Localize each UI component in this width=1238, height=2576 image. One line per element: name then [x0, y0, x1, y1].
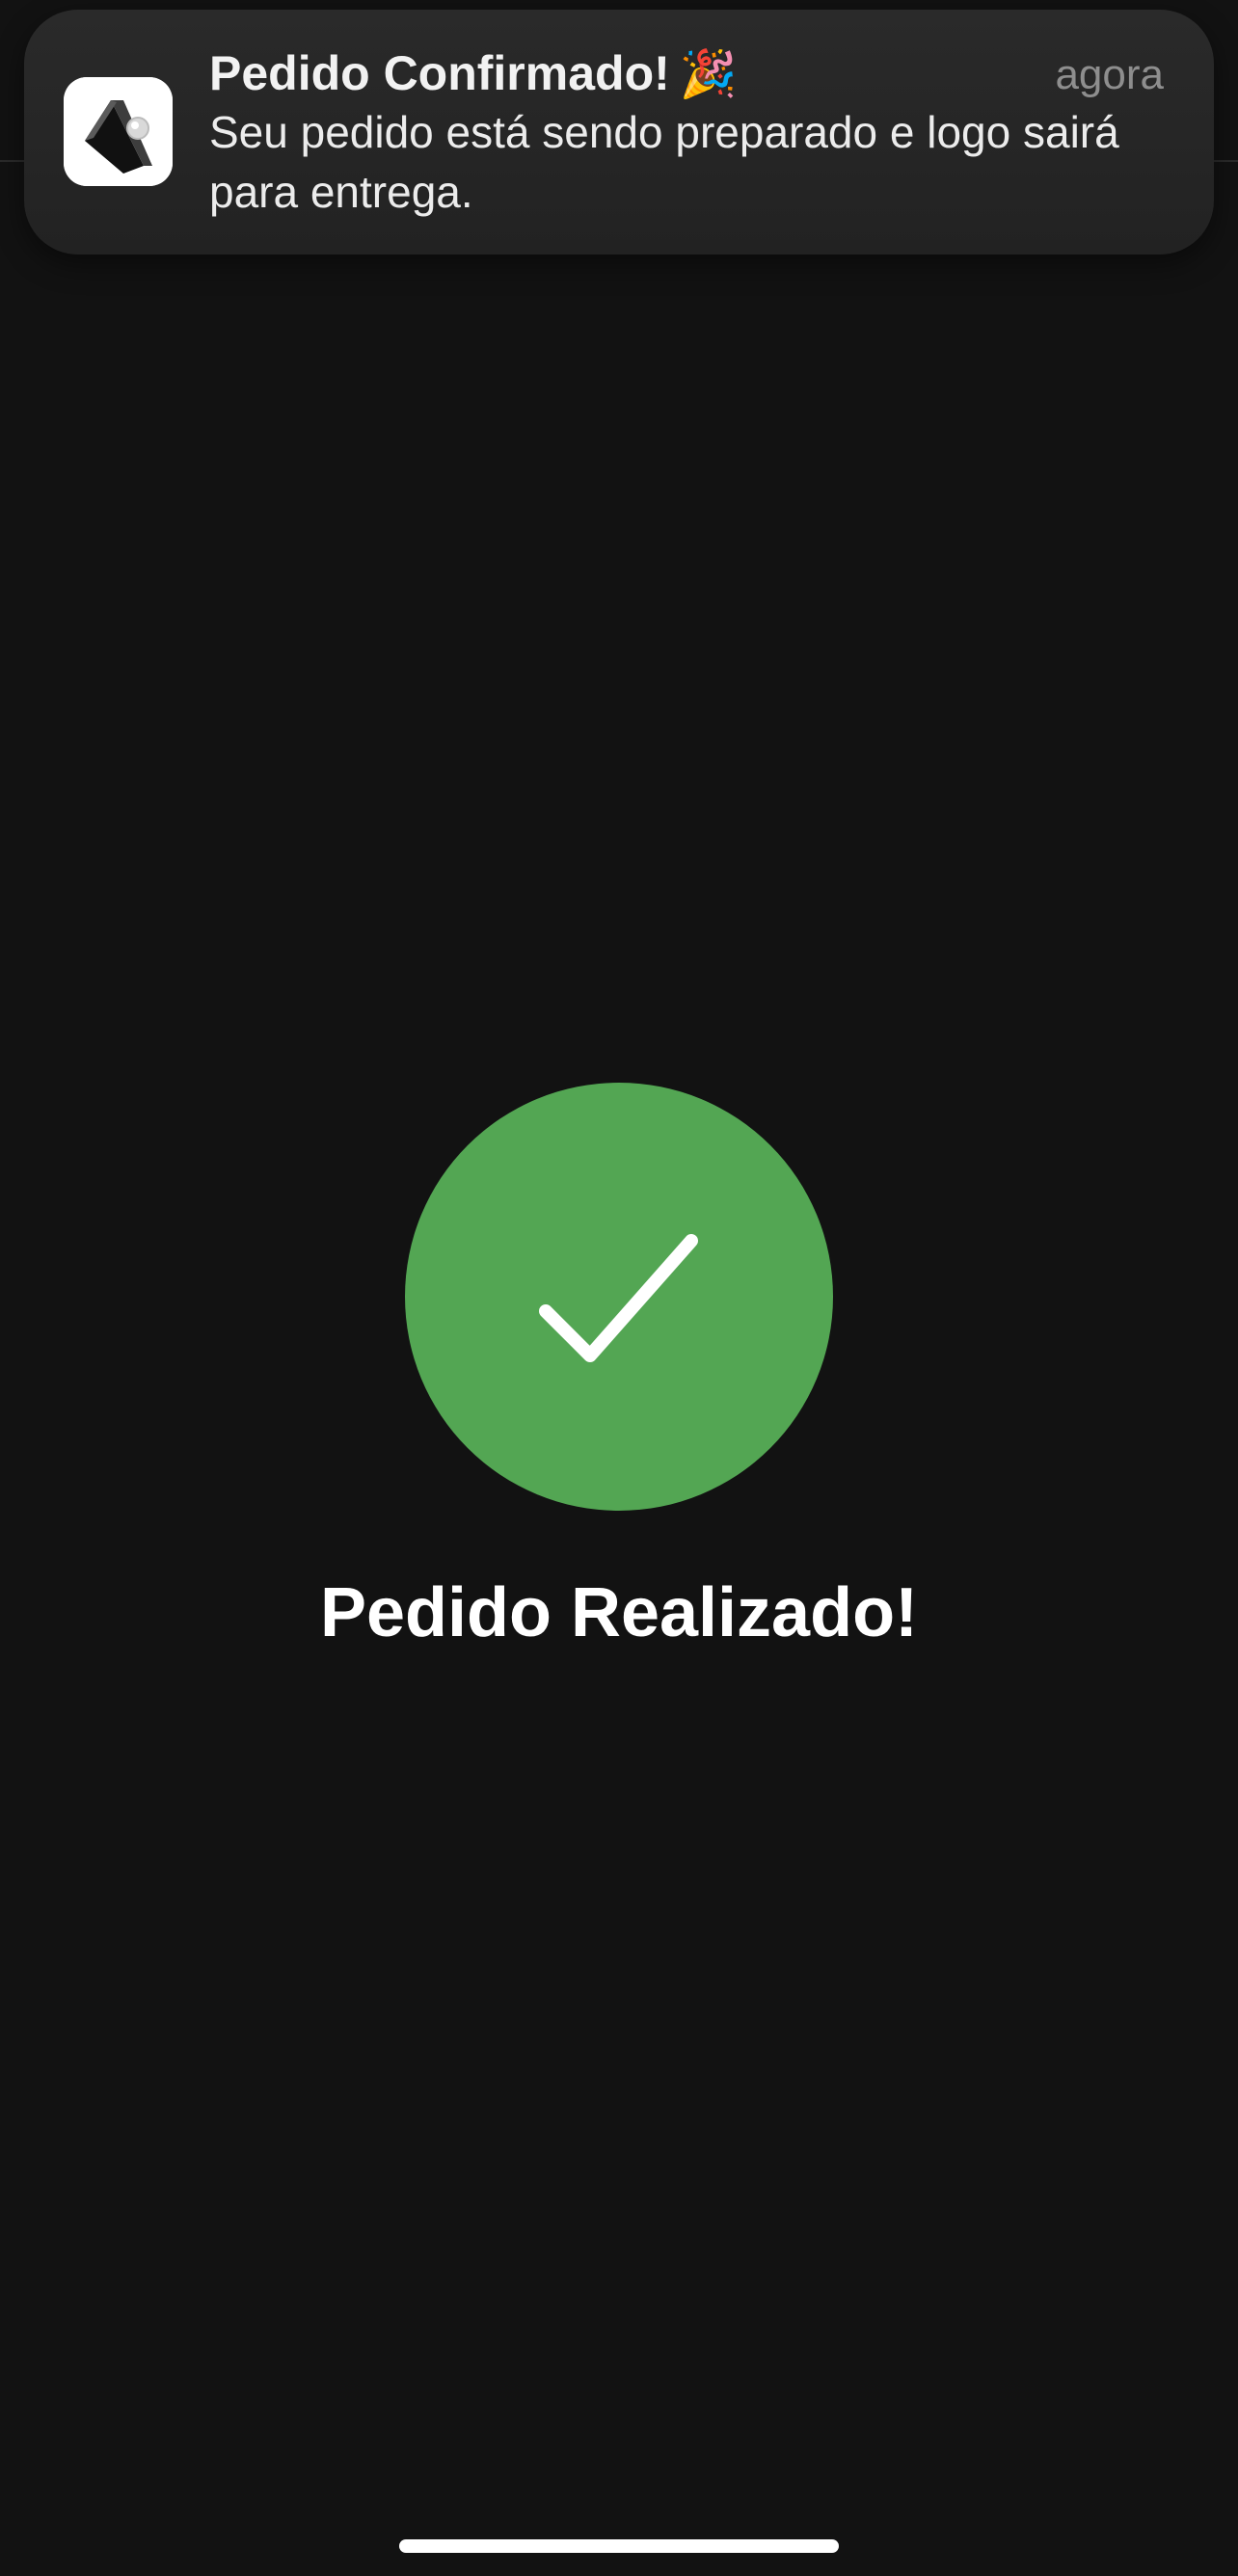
success-badge	[405, 1083, 833, 1511]
notification-time: agora	[1055, 51, 1164, 98]
order-success-title: Pedido Realizado!	[319, 1574, 919, 1651]
notification-title-text: Pedido Confirmado!	[209, 46, 670, 100]
notification-title: Pedido Confirmado! 🎉	[209, 44, 738, 103]
checkmark-icon	[539, 1234, 698, 1362]
order-confirmed-notification[interactable]: Pedido Confirmado! 🎉 agora Seu pedido est…	[24, 10, 1214, 255]
notification-body: Seu pedido está sendo preparado e logo s…	[209, 107, 1119, 217]
home-indicator[interactable]	[399, 2539, 839, 2553]
party-popper-icon: 🎉	[679, 49, 738, 100]
app-logo-icon	[64, 77, 173, 186]
